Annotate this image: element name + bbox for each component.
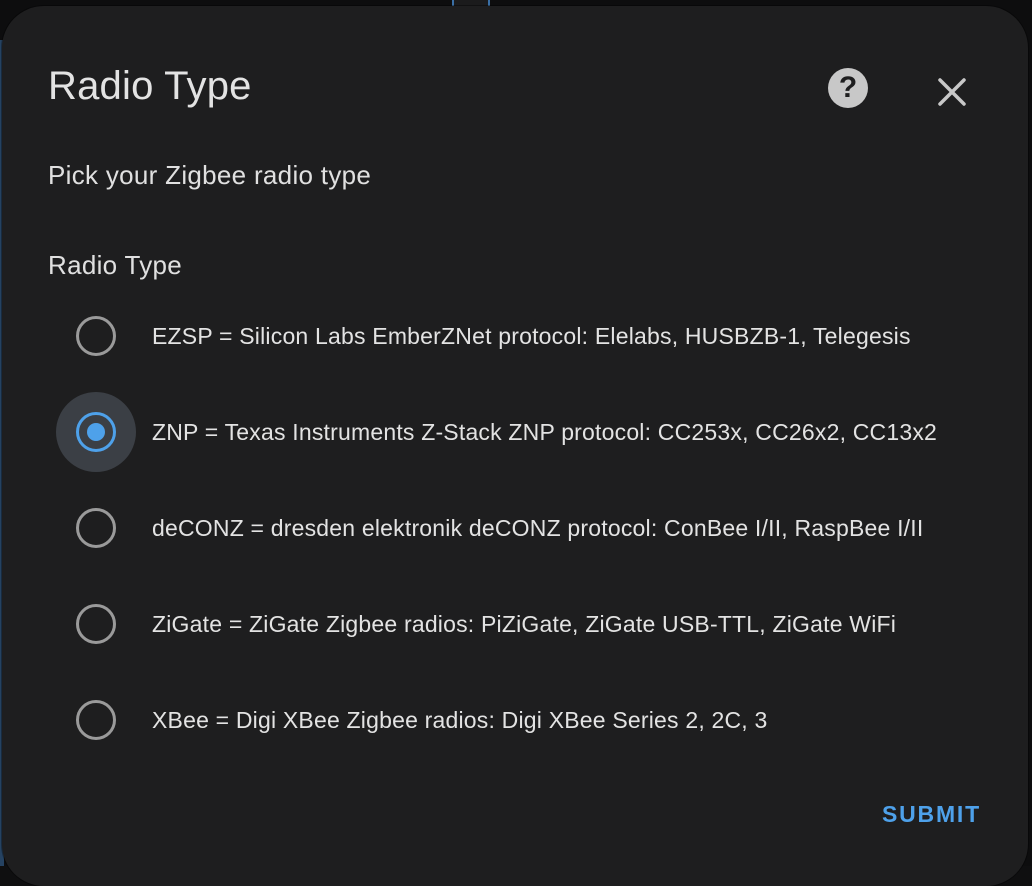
dialog-description: Pick your Zigbee radio type xyxy=(48,160,372,190)
radio-button[interactable] xyxy=(76,700,116,740)
radio-option-ezsp[interactable]: EZSP = Silicon Labs EmberZNet protocol: … xyxy=(2,288,1028,384)
radio-option-deconz[interactable]: deCONZ = dresden elektronik deCONZ proto… xyxy=(2,480,1028,576)
submit-button[interactable]: SUBMIT xyxy=(868,792,995,836)
radio-button[interactable] xyxy=(76,604,116,644)
radio-type-dialog: Radio Type ? Pick your Zigbee radio type… xyxy=(2,6,1028,886)
radio-option-znp[interactable]: ZNP = Texas Instruments Z-Stack ZNP prot… xyxy=(2,384,1028,480)
radio-button[interactable] xyxy=(76,316,116,356)
radio-option-label: ZNP = Texas Instruments Z-Stack ZNP prot… xyxy=(152,419,938,445)
radio-option-xbee[interactable]: XBee = Digi XBee Zigbee radios: Digi XBe… xyxy=(2,672,1028,768)
help-icon[interactable]: ? xyxy=(828,68,868,108)
radio-dot-icon xyxy=(87,423,105,441)
radio-option-label: ZiGate = ZiGate Zigbee radios: PiZiGate,… xyxy=(152,611,897,637)
radio-option-label: deCONZ = dresden elektronik deCONZ proto… xyxy=(152,515,924,541)
radio-option-zigate[interactable]: ZiGate = ZiGate Zigbee radios: PiZiGate,… xyxy=(2,576,1028,672)
radio-option-label: XBee = Digi XBee Zigbee radios: Digi XBe… xyxy=(152,707,768,733)
close-icon[interactable] xyxy=(930,70,974,114)
radio-group-label: Radio Type xyxy=(48,250,183,280)
radio-button[interactable] xyxy=(76,508,116,548)
dialog-title: Radio Type xyxy=(48,64,252,108)
radio-button[interactable] xyxy=(76,412,116,452)
radio-option-label: EZSP = Silicon Labs EmberZNet protocol: … xyxy=(152,323,911,349)
